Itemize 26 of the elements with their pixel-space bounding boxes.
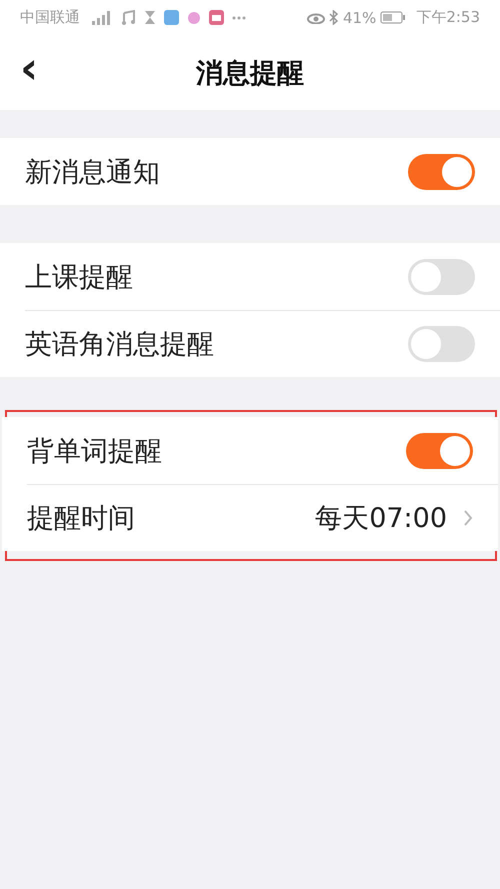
battery-percent: 41%	[342, 8, 376, 26]
setting-label: 提醒时间	[27, 502, 135, 536]
battery-icon	[380, 11, 406, 24]
toggle-switch[interactable]	[408, 258, 475, 294]
app-icon	[209, 10, 224, 25]
setting-value: 每天07:00	[315, 502, 447, 536]
clock-time: 下午2:53	[416, 8, 480, 27]
app-icon	[164, 10, 179, 25]
hourglass-icon	[144, 10, 156, 25]
toggle-switch[interactable]	[408, 154, 475, 190]
bluetooth-icon	[328, 10, 339, 25]
setting-label: 新消息通知	[25, 156, 160, 190]
setting-row[interactable]: 提醒时间 每天07:00	[27, 484, 498, 551]
music-icon	[122, 10, 136, 25]
back-button[interactable]: ‹	[14, 49, 44, 89]
app-icon	[187, 10, 201, 24]
chevron-icon	[463, 509, 473, 527]
carrier-name: 中国联通	[20, 8, 80, 27]
toggle-switch[interactable]	[408, 326, 475, 362]
setting-label: 背单词提醒	[27, 434, 162, 468]
setting-label: 英语角消息提醒	[25, 328, 214, 362]
setting-label: 上课提醒	[25, 260, 133, 294]
more-icon	[232, 16, 246, 20]
eye-icon	[306, 12, 325, 24]
toggle-switch[interactable]	[406, 432, 473, 468]
page-title: 消息提醒	[196, 56, 304, 90]
